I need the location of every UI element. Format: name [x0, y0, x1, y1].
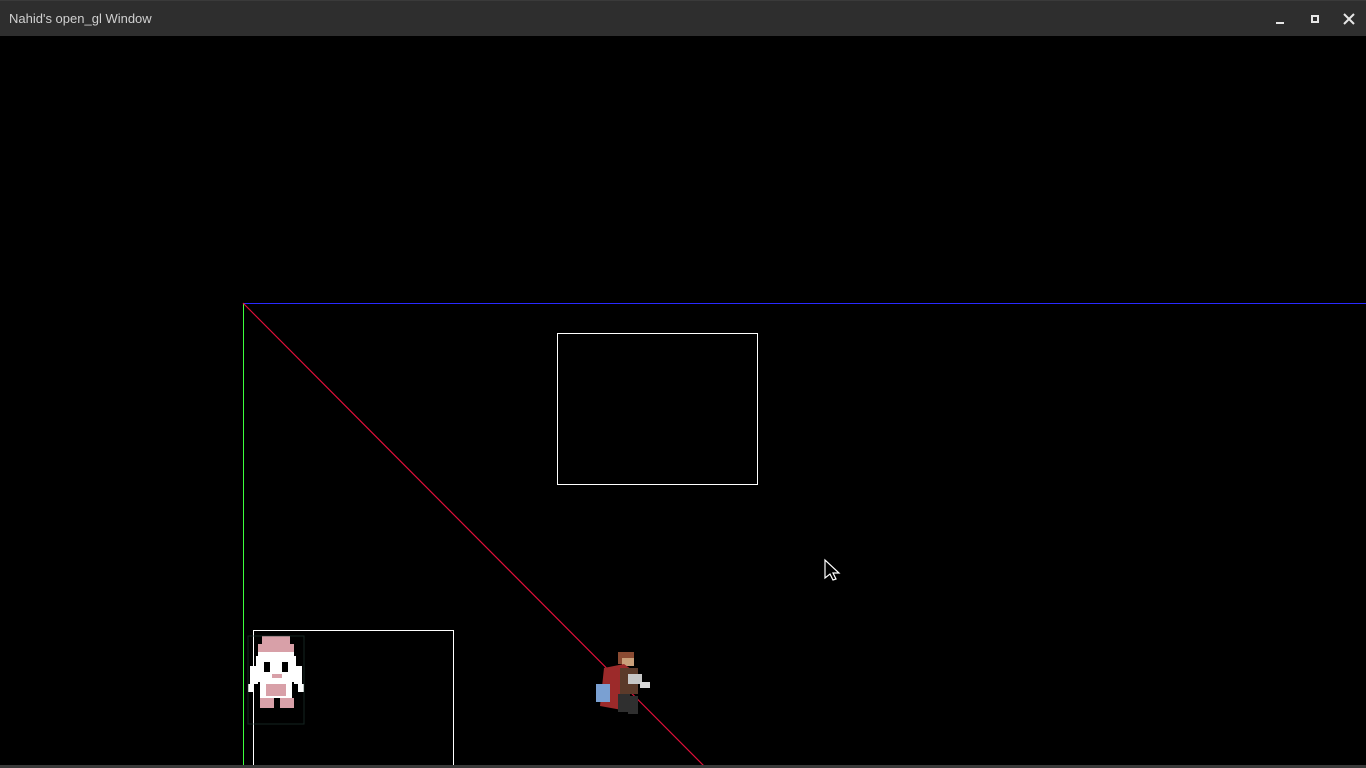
player-character-sprite[interactable] [247, 635, 305, 725]
app-window: Nahid's open_gl Window [0, 0, 1366, 768]
enemy-character-sprite[interactable] [596, 652, 650, 714]
top-box [557, 333, 758, 485]
mouse-cursor-icon [824, 558, 841, 581]
game-scene[interactable] [0, 0, 1366, 768]
